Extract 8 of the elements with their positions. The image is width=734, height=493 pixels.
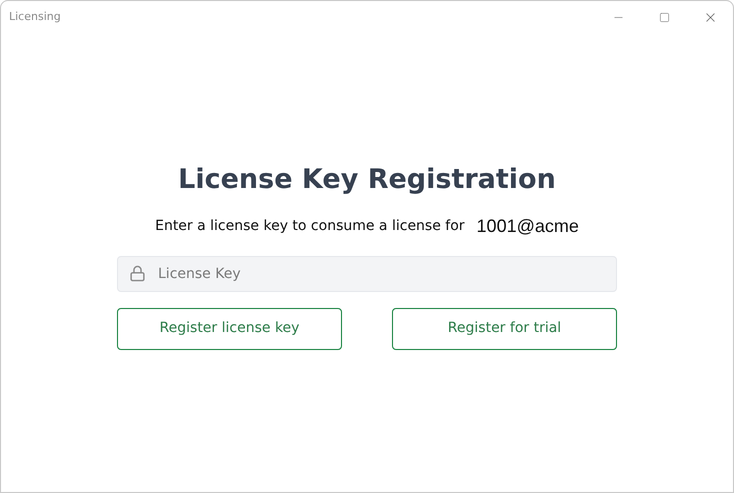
lock-icon (129, 264, 146, 282)
prompt-text: Enter a license key to consume a license for (155, 216, 465, 236)
register-button[interactable]: Register for trial (392, 308, 617, 350)
server-name: 1001@acme (476, 214, 579, 238)
heading: License Key Registration (178, 163, 556, 197)
register-button[interactable]: Register license key (117, 308, 342, 350)
license-key-field[interactable]: License Key (117, 256, 617, 292)
window-title: Licensing (9, 8, 62, 25)
